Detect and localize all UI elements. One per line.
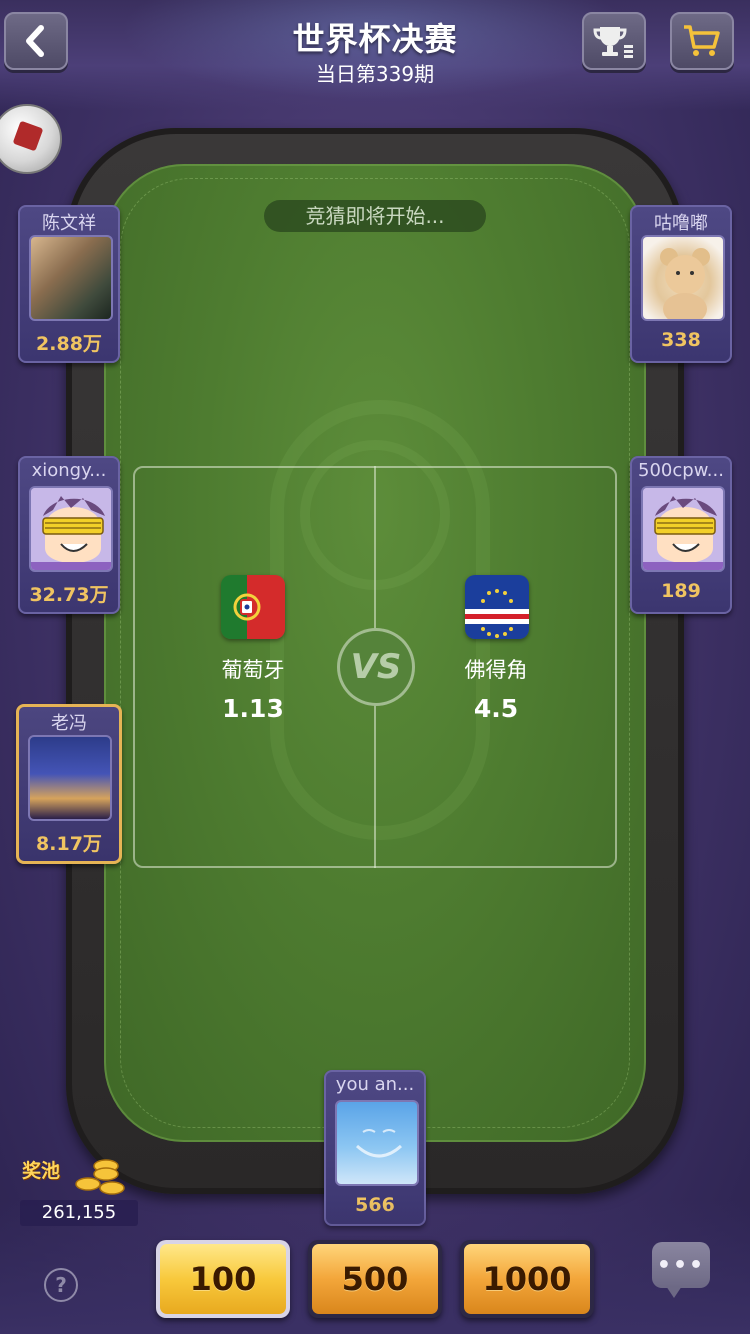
player-name: you an... xyxy=(335,1074,415,1095)
home-team-odds: 1.13 xyxy=(222,694,284,723)
status-message: 竞猜即将开始... xyxy=(264,200,486,232)
bet-amount-label: 100 xyxy=(160,1244,286,1314)
bet-amount-label: 500 xyxy=(312,1244,438,1314)
player-score: 2.88万 xyxy=(36,333,102,355)
player-name: 陈文祥 xyxy=(42,213,96,234)
gold-coins-icon xyxy=(75,1159,125,1195)
player-score: 189 xyxy=(661,580,701,602)
prize-pool: 奖池 261,155 xyxy=(20,1152,138,1226)
cart-icon xyxy=(684,25,720,56)
player-seat-left-3[interactable]: 老冯 8.17万 xyxy=(16,704,122,864)
bet-amount-label: 1000 xyxy=(464,1244,590,1314)
player-seat-right-2[interactable]: 500cpw... 189 xyxy=(630,456,732,614)
away-team-odds: 4.5 xyxy=(473,694,519,723)
help-button[interactable]: ? xyxy=(44,1268,78,1302)
chat-bubble-icon: ••• xyxy=(656,1252,706,1278)
bet-1000-button[interactable]: 1000 xyxy=(460,1240,594,1318)
bet-500-button[interactable]: 500 xyxy=(308,1240,442,1318)
away-team-name: 佛得角 xyxy=(464,658,528,682)
player-seat-left-1[interactable]: 陈文祥 2.88万 xyxy=(18,205,120,363)
player-score: 8.17万 xyxy=(36,833,102,855)
player-name: 咕噜嘟 xyxy=(654,213,708,234)
avatar xyxy=(641,235,725,321)
home-team-name: 葡萄牙 xyxy=(221,658,285,682)
player-seat-left-2[interactable]: xiongy... 32.73万 xyxy=(18,456,120,614)
player-name: xiongy... xyxy=(31,460,107,481)
shop-button[interactable] xyxy=(670,12,734,70)
chat-button[interactable]: ••• xyxy=(652,1242,710,1298)
portugal-flag-icon[interactable] xyxy=(221,575,285,639)
cape-verde-flag-icon[interactable] xyxy=(465,575,529,639)
player-name: 老冯 xyxy=(51,713,87,734)
prize-pool-value: 261,155 xyxy=(20,1200,138,1226)
avatar xyxy=(28,735,112,821)
prize-pool-label: 奖池 xyxy=(22,1160,61,1182)
leaderboard-button[interactable] xyxy=(582,12,646,70)
player-score: 32.73万 xyxy=(29,584,109,606)
vs-badge: VS xyxy=(337,628,415,706)
player-score: 338 xyxy=(661,329,701,351)
avatar xyxy=(641,486,725,572)
player-seat-right-1[interactable]: 咕噜嘟 338 xyxy=(630,205,732,363)
trophy-list-icon xyxy=(593,27,633,58)
player-name: 500cpw... xyxy=(638,460,724,481)
soccer-ball-decoration xyxy=(0,104,62,174)
bet-100-button[interactable]: 100 xyxy=(156,1240,290,1318)
avatar xyxy=(335,1100,419,1186)
avatar xyxy=(29,486,113,572)
avatar xyxy=(29,235,113,321)
